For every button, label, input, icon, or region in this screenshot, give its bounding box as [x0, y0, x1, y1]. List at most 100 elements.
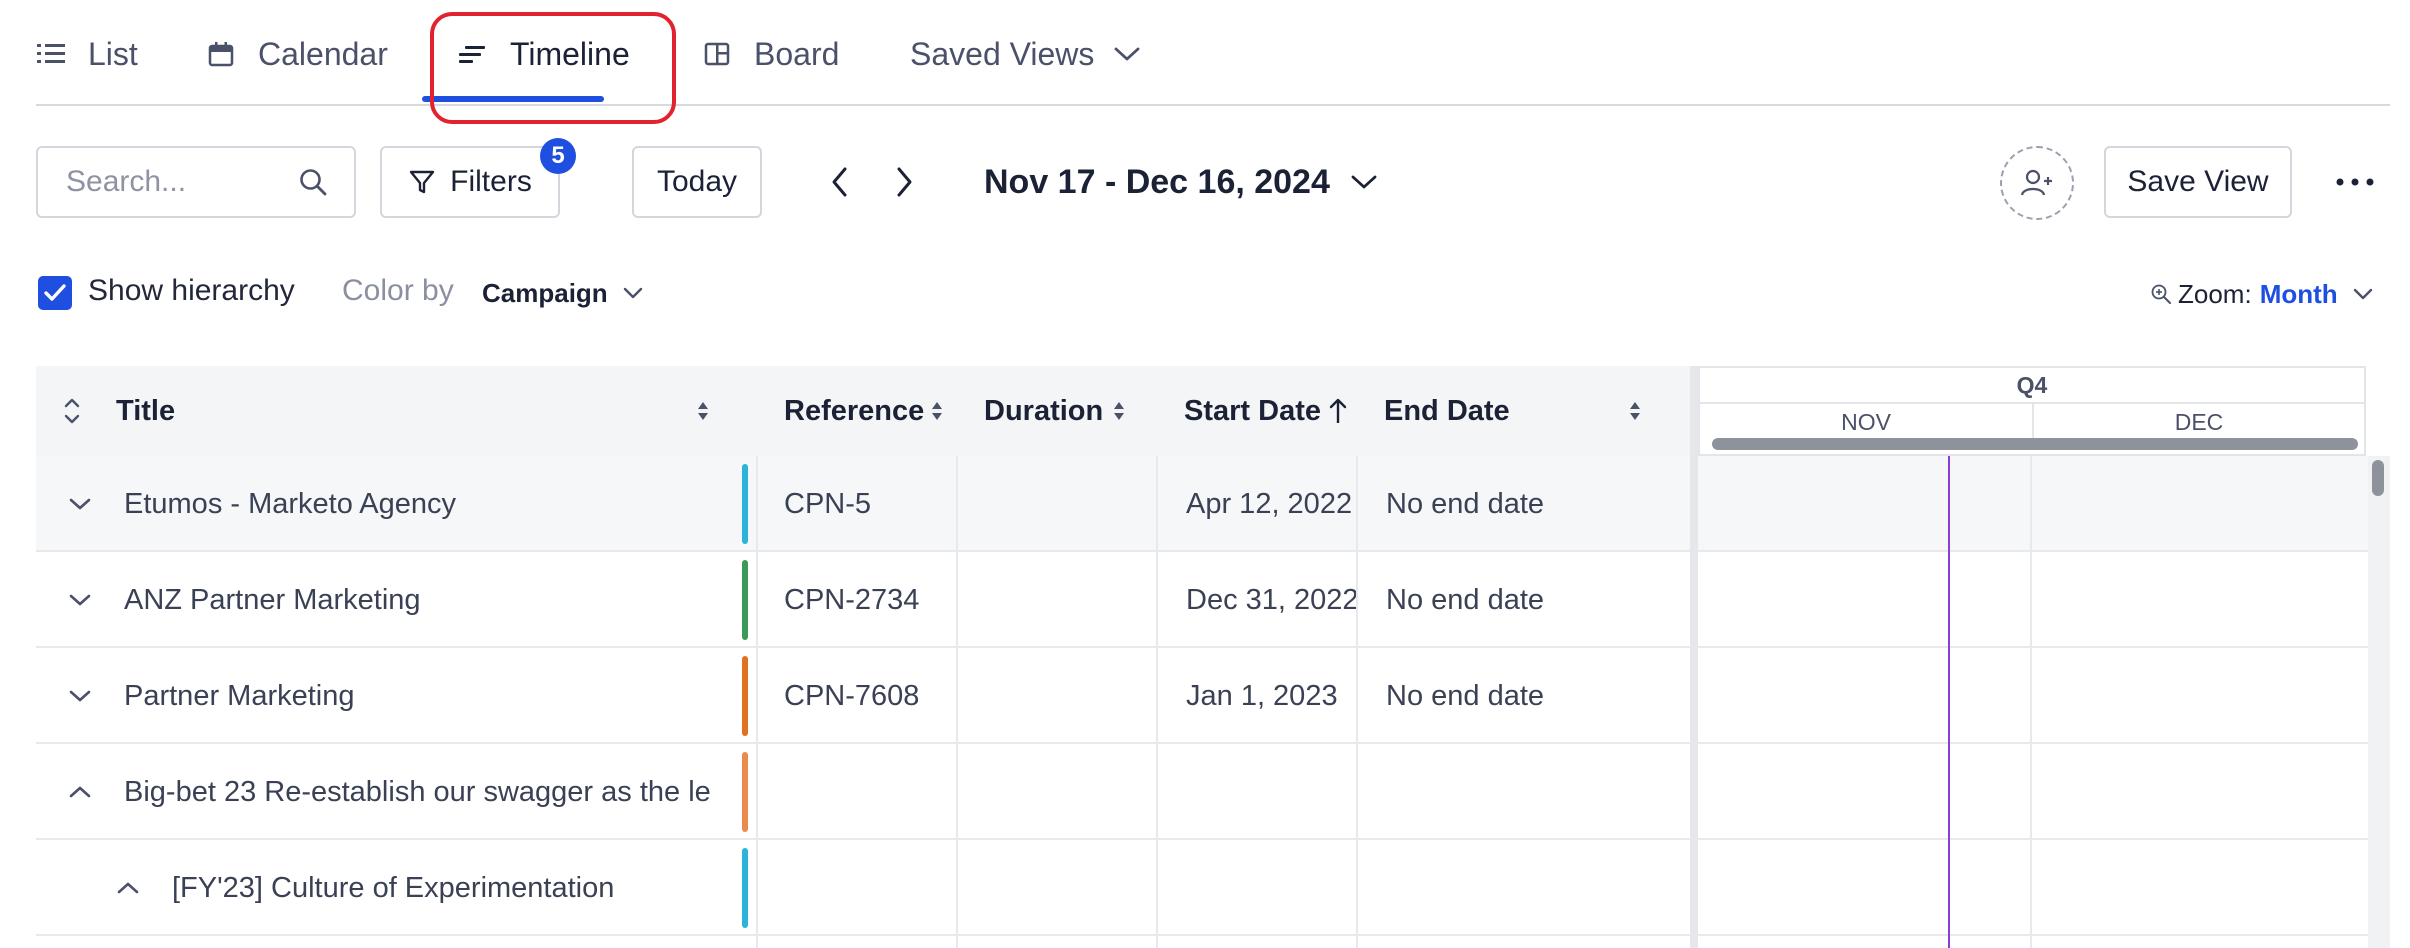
- row-end-date: No end date: [1386, 487, 1545, 520]
- vertical-scroll-track: [2368, 456, 2390, 948]
- chevron-up-icon[interactable]: [116, 840, 140, 936]
- collapse-all-button[interactable]: [62, 366, 82, 456]
- zoom-icon: [2150, 283, 2172, 305]
- row-start-date: Apr 12, 2022: [1186, 487, 1353, 520]
- month-label: DEC: [2174, 408, 2224, 435]
- column-header-duration[interactable]: Duration: [984, 366, 1103, 456]
- row-end-date: No end date: [1386, 679, 1545, 712]
- timeline-icon: [458, 39, 488, 69]
- tab-board[interactable]: Board: [702, 30, 839, 78]
- tab-calendar[interactable]: Calendar: [206, 30, 388, 78]
- expand-collapse-icon: [64, 398, 80, 424]
- tab-timeline[interactable]: Timeline: [458, 30, 630, 78]
- tab-saved-views[interactable]: Saved Views: [910, 30, 1142, 78]
- timeline-grid: [1698, 456, 2368, 948]
- row-reference: CPN-2734: [784, 583, 920, 616]
- column-header-end-date[interactable]: End Date: [1384, 366, 1510, 456]
- view-tabs: List Calendar Timeline Board Saved Views: [36, 0, 2390, 106]
- campaign-color-bar: [742, 848, 748, 928]
- timeline-row[interactable]: [1698, 552, 2368, 648]
- search-box[interactable]: [36, 146, 356, 218]
- month-label: NOV: [1841, 408, 1891, 435]
- timeline-row[interactable]: [1698, 456, 2368, 552]
- table-row[interactable]: [FY'23] Culture of Experimentation: [36, 840, 1690, 936]
- today-marker: [1948, 456, 1950, 948]
- chevron-down-icon: [1112, 39, 1142, 69]
- sort-icon[interactable]: [696, 366, 710, 456]
- chevron-up-icon[interactable]: [68, 744, 92, 840]
- table-row[interactable]: ANZ Partner Marketing CPN-2734 Dec 31, 2…: [36, 552, 1690, 648]
- column-header-start-date[interactable]: Start Date: [1184, 366, 1321, 456]
- column-divider: [956, 456, 958, 948]
- next-period-button[interactable]: [882, 160, 926, 204]
- column-header-title[interactable]: Title: [116, 366, 175, 456]
- date-range-picker[interactable]: Nov 17 - Dec 16, 2024: [984, 156, 1378, 208]
- zoom-select[interactable]: Zoom: Month: [2150, 276, 2374, 312]
- board-icon: [702, 39, 732, 69]
- chevron-down-icon[interactable]: [68, 648, 92, 744]
- save-view-button[interactable]: Save View: [2104, 146, 2292, 218]
- timeline-row[interactable]: [1698, 840, 2368, 936]
- chevron-down-icon: [622, 286, 644, 300]
- chevron-down-icon: [2352, 287, 2374, 301]
- column-divider: [1356, 456, 1358, 948]
- campaign-color-bar: [742, 560, 748, 640]
- sort-icon[interactable]: [930, 366, 944, 456]
- row-reference: CPN-7608: [784, 679, 920, 712]
- row-title: ANZ Partner Marketing: [124, 583, 421, 616]
- table-row[interactable]: Big-bet 23 Re-establish our swagger as t…: [36, 744, 1690, 840]
- table-header: Title Reference Duration Start Date End …: [36, 366, 1690, 456]
- month-grid-line: [2030, 456, 2032, 948]
- search-input[interactable]: [66, 165, 286, 199]
- row-title: Big-bet 23 Re-establish our swagger as t…: [124, 775, 711, 808]
- more-icon: [2336, 178, 2374, 186]
- row-title: Partner Marketing: [124, 679, 355, 712]
- column-header-reference[interactable]: Reference: [784, 366, 924, 456]
- color-by-select[interactable]: Campaign: [482, 274, 644, 312]
- sort-icon[interactable]: [1628, 366, 1642, 456]
- table-row[interactable]: Partner Marketing CPN-7608 Jan 1, 2023 N…: [36, 648, 1690, 744]
- today-button[interactable]: Today: [632, 146, 762, 218]
- horizontal-scrollbar[interactable]: [1712, 438, 2358, 450]
- timeline-panel: Q4 NOV DEC: [1690, 366, 2390, 948]
- tab-label: Calendar: [258, 35, 388, 72]
- filters-label: Filters: [450, 165, 532, 198]
- timeline-header: Q4 NOV DEC: [1698, 366, 2366, 456]
- chevron-down-icon[interactable]: [68, 552, 92, 648]
- panel-resize-handle[interactable]: [1690, 366, 1698, 948]
- color-by-label: Color by: [342, 274, 454, 307]
- sort-ascending-icon[interactable]: [1328, 366, 1348, 456]
- column-divider: [756, 456, 758, 948]
- row-start-date: Dec 31, 2022: [1186, 583, 1359, 616]
- checkmark-icon: [44, 284, 66, 301]
- filters-button[interactable]: Filters: [380, 146, 560, 218]
- previous-period-button[interactable]: [818, 160, 862, 204]
- tab-label: Saved Views: [910, 35, 1095, 72]
- add-user-icon: [2020, 169, 2052, 196]
- calendar-icon: [206, 39, 236, 69]
- row-title: Etumos - Marketo Agency: [124, 487, 457, 520]
- chevron-down-icon[interactable]: [68, 456, 92, 552]
- tab-list[interactable]: List: [36, 30, 138, 78]
- row-end-date: No end date: [1386, 583, 1545, 616]
- tab-label: List: [88, 35, 138, 72]
- table-row[interactable]: Etumos - Marketo Agency CPN-5 Apr 12, 20…: [36, 456, 1690, 552]
- timeline-row[interactable]: [1698, 744, 2368, 840]
- active-tab-indicator: [422, 96, 604, 102]
- sort-icon[interactable]: [1112, 366, 1126, 456]
- row-start-date: [1186, 840, 1392, 936]
- more-options-button[interactable]: [2330, 162, 2380, 202]
- campaign-color-bar: [742, 464, 748, 544]
- show-hierarchy-checkbox[interactable]: [38, 276, 72, 310]
- campaign-color-bar: [742, 752, 748, 832]
- campaign-color-bar: [742, 656, 748, 736]
- vertical-scrollbar[interactable]: [2372, 460, 2384, 496]
- chevron-right-icon: [897, 167, 912, 197]
- campaign-table: Title Reference Duration Start Date End …: [36, 366, 1690, 948]
- search-icon[interactable]: [298, 167, 328, 197]
- timeline-row[interactable]: [1698, 648, 2368, 744]
- filter-icon: [408, 168, 436, 196]
- add-user-button[interactable]: [2000, 146, 2074, 220]
- color-by-value: Campaign: [482, 277, 608, 308]
- chevron-down-icon: [1350, 173, 1378, 191]
